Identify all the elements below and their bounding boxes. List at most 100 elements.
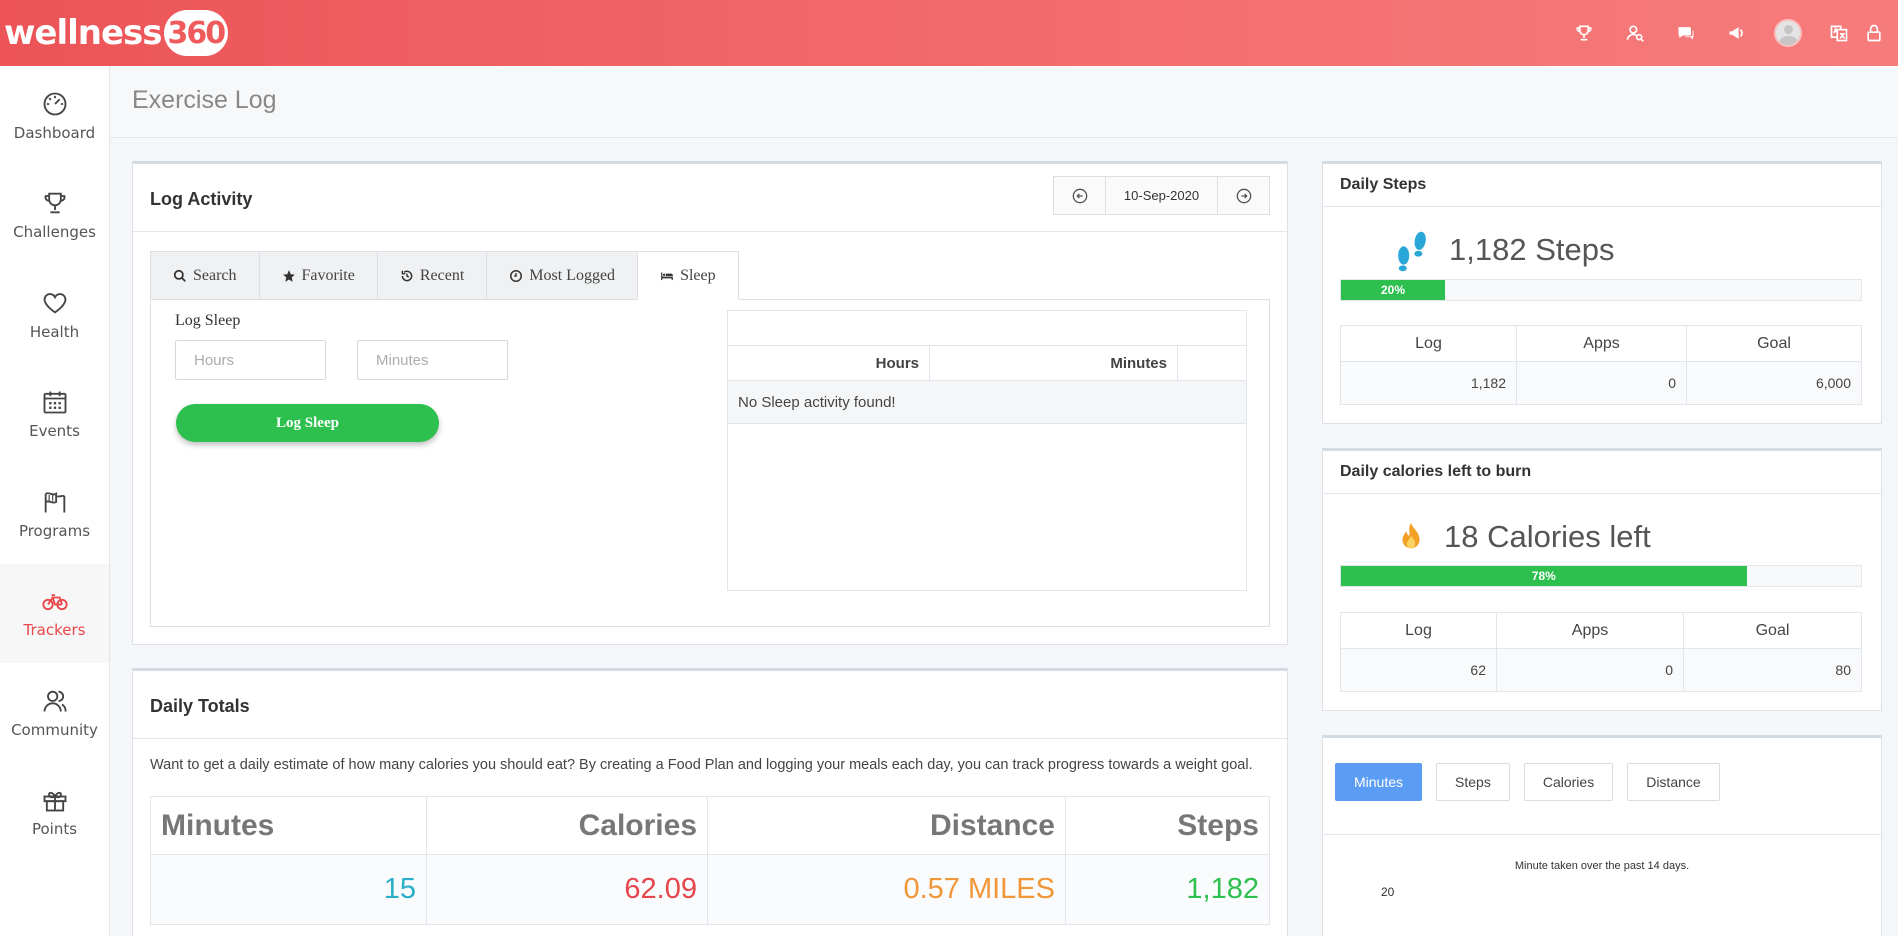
tab-favorite[interactable]: Favorite [258,251,377,300]
tab-search[interactable]: Search [150,251,259,300]
cell-value: 1,182 [1341,362,1516,404]
totals-value-steps: 1,182 [1066,855,1269,924]
totals-header: Calories [427,797,707,855]
sidebar: Dashboard Challenges Health Events Progr… [0,66,110,936]
tab-recent[interactable]: Recent [376,251,487,300]
chat-icon[interactable] [1660,0,1711,66]
calories-goal-column: Goal 80 [1684,613,1861,691]
sidebar-item-label: Dashboard [13,123,96,142]
gift-icon [43,792,66,812]
sidebar-item-label: Health [29,322,80,341]
cell-value: 62 [1341,649,1496,691]
cell-value: 0 [1517,362,1686,404]
header-actions [1558,0,1898,66]
megaphone-icon[interactable] [1711,0,1762,66]
column-header-minutes: Minutes [930,346,1178,381]
log-sleep-label: Log Sleep [175,312,241,329]
user-search-icon[interactable] [1609,0,1660,66]
card-title: Daily Totals [150,696,250,716]
totals-column-minutes: Minutes 15 [151,797,427,924]
avatar [1773,19,1802,47]
sidebar-item-label: Community [11,720,98,739]
totals-header: Distance [708,797,1065,855]
minutes-input[interactable] [357,340,508,380]
chart-tabs: Minutes Steps Calories Distance [1335,763,1720,801]
arrow-right-circle-icon [1236,188,1251,203]
log-activity-card: Log Activity 10-Sep-2020 Search Favorite… [132,161,1288,645]
gauge-icon [43,92,66,116]
totals-column-steps: Steps 1,182 [1066,797,1269,924]
steps-log-column: Log 1,182 [1341,326,1517,404]
steps-goal-column: Goal 6,000 [1687,326,1861,404]
previous-day-button[interactable] [1054,177,1105,214]
sidebar-item-label: Programs [18,521,91,540]
chart-tab-minutes[interactable]: Minutes [1335,763,1423,801]
trophy-icon [44,192,65,214]
page-title-bar: Exercise Log [110,66,1898,138]
log-sleep-button[interactable]: Log Sleep [176,404,439,442]
hours-input[interactable] [175,340,326,380]
search-icon [173,269,186,282]
column-header: Log [1341,326,1516,362]
steps-progress-bar: 20% [1340,279,1862,301]
trophy-icon[interactable] [1558,0,1609,66]
calories-left: 18 Calories left [1444,519,1651,554]
chart-tab-steps[interactable]: Steps [1436,763,1510,801]
totals-value-distance: 0.57 MILES [708,855,1065,924]
tab-sleep[interactable]: Sleep [637,251,739,300]
daily-totals-intro: Want to get a daily estimate of how many… [150,757,1253,773]
next-day-button[interactable] [1218,177,1269,214]
card-title: Daily Steps [1340,176,1427,193]
tab-label: Recent [419,266,465,284]
daily-totals-card: Daily Totals Want to get a daily estimat… [132,668,1288,936]
table-header-row: Hours Minutes [728,345,1246,381]
cell-value: 6,000 [1687,362,1861,404]
steps-apps-column: Apps 0 [1517,326,1687,404]
cell-value: 80 [1684,649,1861,691]
sidebar-item-community[interactable]: Community [0,663,109,763]
chart-tab-distance[interactable]: Distance [1627,763,1720,801]
sidebar-item-dashboard[interactable]: Dashboard [0,66,109,166]
divider [1323,206,1881,207]
sidebar-item-points[interactable]: Points [0,763,109,863]
sidebar-item-label: Trackers [23,621,86,640]
page-title: Exercise Log [132,86,277,114]
sidebar-item-health[interactable]: Health [0,265,109,365]
logo[interactable]: wellness 360 [4,10,229,56]
lock-icon[interactable] [1864,0,1898,66]
sidebar-item-programs[interactable]: Programs [0,464,109,564]
avatar-button[interactable] [1762,0,1813,66]
divider [1323,834,1881,835]
steps-count: 1,182 Steps [1449,232,1615,267]
flame-icon [1402,522,1420,549]
calories-progress-bar: 78% [1340,565,1862,587]
sidebar-item-challenges[interactable]: Challenges [0,166,109,266]
footprints-icon [1398,231,1426,272]
totals-header: Minutes [151,797,426,855]
logo-number: 360 [163,10,229,56]
column-header: Log [1341,613,1496,649]
tab-label: Most Logged [529,266,616,284]
column-header: Apps [1497,613,1683,649]
cell-value: 0 [1497,649,1683,691]
sleep-tab-panel: Log Sleep Log Sleep Hours Minutes No Sle… [150,299,1270,627]
totals-value-minutes: 15 [151,855,426,924]
steps-progress-fill: 20% [1341,280,1445,300]
history-icon [401,270,413,281]
translate-icon[interactable] [1813,0,1864,66]
empty-message: No Sleep activity found! [728,381,1246,424]
chart-title: Minute taken over the past 14 days. [1514,860,1690,872]
sidebar-item-trackers[interactable]: Trackers [0,563,109,663]
clock-icon [510,269,523,282]
daily-calories-card: Daily calories left to burn 18 Calories … [1322,448,1882,711]
chart-tab-calories[interactable]: Calories [1523,763,1614,801]
sidebar-item-events[interactable]: Events [0,365,109,465]
activity-chart-card: Minutes Steps Calories Distance Minute t… [1322,735,1882,936]
calories-stat: 18 Calories left [1394,517,1651,557]
tab-most-logged[interactable]: Most Logged [486,251,638,300]
calories-summary-table: Log 62 Apps 0 Goal 80 [1340,612,1862,692]
tab-label: Search [193,266,237,284]
column-header: Apps [1517,326,1686,362]
current-date[interactable]: 10-Sep-2020 [1105,177,1218,214]
calories-log-column: Log 62 [1341,613,1497,691]
